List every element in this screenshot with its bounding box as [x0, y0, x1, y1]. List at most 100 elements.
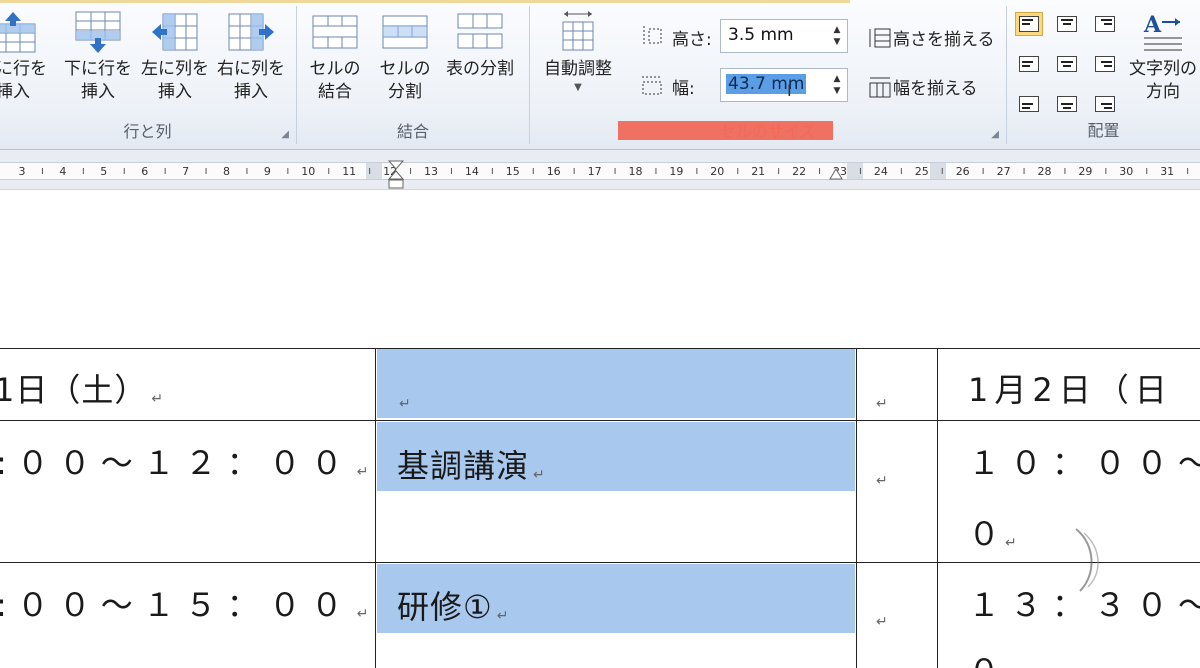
merge-cells-button[interactable]: セルの 結合 [300, 10, 370, 104]
ruler-number: 27 [997, 165, 1011, 178]
ruler-number: 19 [669, 165, 683, 178]
merge-cells-icon [312, 15, 358, 49]
paragraph-mark-icon: ↵ [876, 396, 888, 412]
text-direction-icon: A [1143, 12, 1182, 51]
text-cursor-icon: I [787, 81, 792, 100]
dialog-launcher-icon[interactable]: ◢ [281, 129, 289, 140]
split-table-icon [457, 13, 503, 49]
group-label-alignment: 配置 [1087, 121, 1120, 140]
dropdown-arrow-icon: ▼ [574, 82, 582, 93]
ruler-number: 28 [1038, 165, 1052, 178]
align-bottom-right-button[interactable] [1091, 92, 1119, 116]
distribute-rows-icon [869, 28, 891, 47]
insert-column-right-button[interactable]: 右に列を 挿入 [216, 10, 286, 104]
group-rows-columns: 上に行を 挿入 下に行を 挿入 左に列を 挿入 [0, 0, 295, 150]
cell-r2c4-line2[interactable]: ０ ↵ [968, 509, 1017, 555]
align-middle-center-button[interactable] [1053, 52, 1081, 76]
insert-column-left-button[interactable]: 左に列を 挿入 [140, 10, 210, 104]
ruler-column-marker[interactable] [366, 163, 382, 179]
table-border-top [0, 348, 1200, 349]
ruler-number: 26 [956, 165, 970, 178]
width-label: 幅: [672, 79, 695, 99]
ruler-number: 21 [751, 165, 765, 178]
column-width-value[interactable]: 43.7 mm [726, 74, 807, 94]
insert-row-above-button[interactable]: 上に行を 挿入 [0, 10, 48, 104]
ruler-number: 4 [59, 165, 66, 178]
cell-r1c3[interactable]: ↵ [872, 376, 888, 414]
cell-r2c1[interactable]: :００～１２：００ ↵ [0, 438, 369, 484]
insert-row-below-button[interactable]: 下に行を 挿入 [63, 10, 133, 104]
cell-r2c4-line1[interactable]: １０：００～ [968, 438, 1200, 484]
split-cells-icon [382, 15, 428, 49]
document-page[interactable]: 1日（土） ↵ ↵ ↵ 1月2日（日 :００～１２：００ ↵ 基調講演 ↵ ↵ １０：… [0, 191, 1200, 668]
selected-cell-r1c2 [377, 349, 855, 418]
indent-marker-icon[interactable] [388, 160, 404, 190]
cell-r2c2[interactable]: 基調講演 ↵ [397, 441, 545, 487]
row-height-spinner[interactable]: 3.5 mm ▲ ▼ [720, 19, 848, 53]
autofit-button[interactable]: 自動調整 ▼ [538, 10, 618, 95]
align-bottom-center-icon [1057, 96, 1077, 112]
paragraph-mark-icon: ↵ [496, 608, 509, 624]
cell-r3c4-line2[interactable]: ０ [968, 646, 1001, 668]
align-top-right-icon [1095, 16, 1115, 32]
distribute-rows-button[interactable]: 高さを揃える [867, 25, 995, 50]
ribbon: 上に行を 挿入 下に行を 挿入 左に列を 挿入 [0, 0, 1200, 150]
paragraph-mark-icon: ↵ [876, 614, 888, 630]
column-width-spinner[interactable]: 43.7 mm ▲ ▼ I [720, 68, 848, 102]
group-label-merge: 結合 [396, 122, 429, 141]
align-top-left-icon [1019, 16, 1039, 32]
distribute-columns-icon [869, 77, 891, 97]
row-height-value[interactable]: 3.5 mm [726, 25, 796, 45]
table-column-border [937, 348, 938, 668]
align-middle-right-icon [1095, 56, 1115, 72]
split-table-button[interactable]: 表の分割 [444, 10, 516, 81]
ruler-number: 5 [100, 165, 107, 178]
horizontal-ruler[interactable]: 3 4 5 6 7 8 9 10 11 12 13 14 15 16 17 18 19 20 21 22 23 24 25 2… [0, 150, 1200, 190]
cell-r3c2[interactable]: 研修① ↵ [397, 582, 508, 628]
ruler-number: 20 [710, 165, 724, 178]
cell-r1c2[interactable]: ↵ [395, 376, 411, 414]
table-column-border [375, 348, 376, 668]
ruler-number: 7 [182, 165, 189, 178]
split-cells-button[interactable]: セルの 分割 [370, 10, 440, 104]
paragraph-mark-icon: ↵ [356, 606, 369, 622]
group-merge: セルの 結合 セルの 分割 表の分割 結合 [297, 0, 529, 150]
paragraph-mark-icon: ↵ [1005, 535, 1017, 551]
align-bottom-left-button[interactable] [1015, 92, 1043, 116]
paragraph-mark-icon: ↵ [356, 464, 369, 480]
cell-r1c4[interactable]: 1月2日（日 [968, 365, 1173, 411]
cell-r3c1[interactable]: :００～１５：００ ↵ [0, 580, 369, 626]
right-indent-marker-icon[interactable] [829, 167, 843, 181]
distribute-columns-button[interactable]: 幅を揃える [867, 74, 978, 99]
ruler-column-marker[interactable] [930, 163, 946, 179]
spinner-arrows-icon[interactable]: ▲ ▼ [831, 24, 843, 48]
ruler-number: 9 [264, 165, 271, 178]
ruler-number: 16 [547, 165, 561, 178]
ruler-number: 8 [223, 165, 230, 178]
spinner-arrows-icon[interactable]: ▲ ▼ [831, 73, 843, 97]
align-top-center-button[interactable] [1053, 12, 1081, 36]
height-label: 高さ: [672, 30, 712, 50]
table-row-border [0, 562, 1200, 563]
ruler-number: 25 [915, 165, 929, 178]
ruler-number: 11 [342, 165, 356, 178]
cell-r2c3[interactable]: ↵ [872, 453, 888, 491]
align-top-right-button[interactable] [1091, 12, 1119, 36]
cell-r3c3[interactable]: ↵ [872, 594, 888, 632]
text-direction-button[interactable]: A 文字列の 方向 [1122, 10, 1200, 104]
align-middle-center-icon [1057, 56, 1077, 72]
align-bottom-center-button[interactable] [1053, 92, 1081, 116]
dialog-launcher-icon[interactable]: ◢ [991, 129, 999, 140]
alignment-grid [1015, 12, 1119, 116]
ruler-number: 30 [1119, 165, 1133, 178]
align-middle-left-icon [1019, 56, 1039, 72]
align-middle-right-button[interactable] [1091, 52, 1119, 76]
align-middle-left-button[interactable] [1015, 52, 1043, 76]
cell-r1c1[interactable]: 1日（土） ↵ [0, 365, 163, 411]
insert-row-below-icon [75, 11, 121, 53]
ruler-number: 18 [629, 165, 643, 178]
align-top-left-button[interactable] [1015, 12, 1043, 36]
insert-row-above-icon [0, 12, 36, 53]
ruler-number: 6 [141, 165, 148, 178]
cursor-trail-icon [1075, 528, 1099, 592]
